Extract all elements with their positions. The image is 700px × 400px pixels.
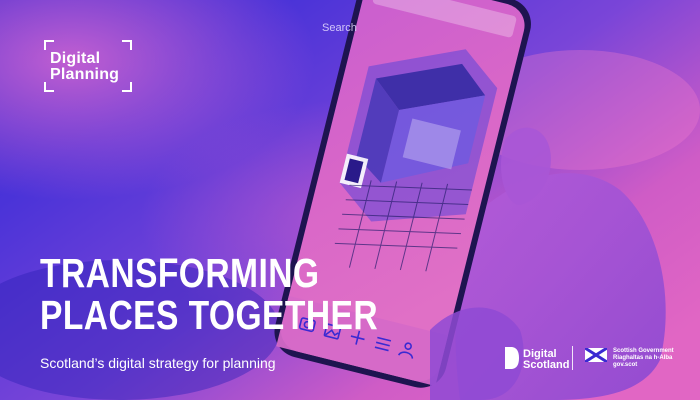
title-line2: PLACES TOGETHER bbox=[40, 292, 379, 338]
sg-website: gov.scot bbox=[613, 362, 638, 368]
phone-search-placeholder: Search bbox=[322, 22, 357, 34]
logo-text-line2: Planning bbox=[50, 66, 120, 83]
page: Search Digital Planning TRANSFORMING PLA… bbox=[0, 0, 700, 400]
digital-scotland-mark-icon bbox=[505, 347, 519, 369]
title-line1: TRANSFORMING bbox=[40, 250, 320, 296]
digital-scotland-logo: Digital Scotland bbox=[505, 345, 570, 375]
logo-text-line1: Digital bbox=[50, 50, 101, 67]
saltire-flag-icon bbox=[585, 348, 607, 362]
digital-planning-logo: Digital Planning bbox=[44, 40, 132, 92]
logo-corner-bottom-left bbox=[44, 82, 54, 92]
logo-corner-bottom-right bbox=[122, 82, 132, 92]
logo-corner-top-right bbox=[122, 40, 132, 50]
logo-corner-top-left bbox=[44, 40, 54, 50]
page-subtitle: Scotland’s digital strategy for planning bbox=[40, 355, 276, 371]
scottish-government-logo: Scottish Government Riaghaltas na h-Alba… bbox=[585, 345, 693, 375]
sg-name-english: Scottish Government bbox=[613, 348, 674, 354]
digital-scotland-line2: Scotland bbox=[523, 359, 570, 371]
logo-divider bbox=[572, 346, 573, 370]
sg-name-gaelic: Riaghaltas na h-Alba bbox=[613, 355, 673, 361]
page-title: TRANSFORMING PLACES TOGETHER bbox=[40, 252, 378, 336]
